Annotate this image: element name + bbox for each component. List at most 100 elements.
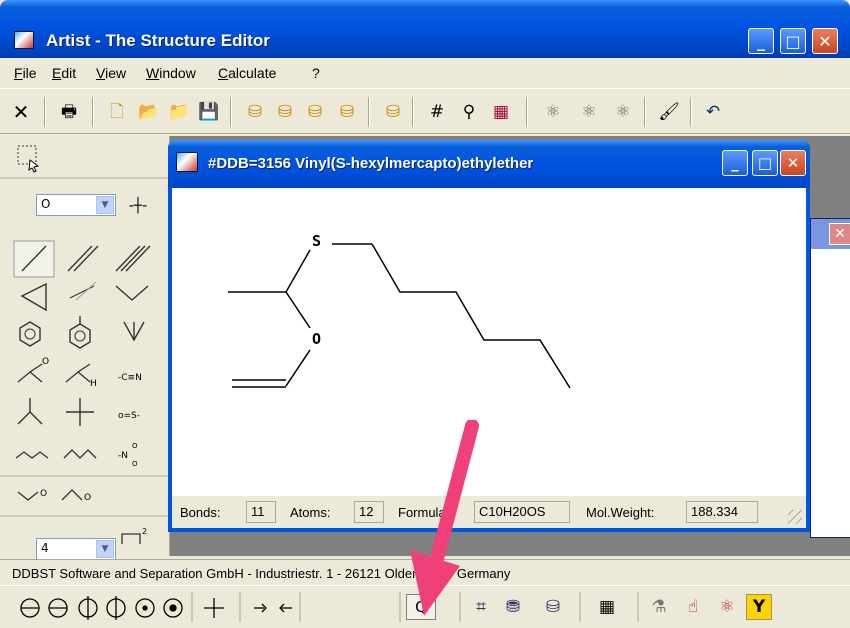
close-button[interactable]: ✕ (812, 28, 838, 54)
select-tool-icon[interactable] (17, 145, 40, 173)
rotate-y-reverse-icon[interactable] (106, 596, 126, 620)
rotate-x-reverse-icon[interactable] (48, 598, 68, 618)
atom-type-combo[interactable]: O ▼ (36, 194, 116, 216)
db-delete-icon[interactable]: ⛁ (334, 99, 360, 125)
toolbar-separator (526, 97, 528, 127)
sulfur-atom[interactable]: S (312, 232, 321, 250)
db-load2-icon[interactable]: ⛁ (272, 99, 298, 125)
print-icon[interactable]: 🖶 (56, 99, 82, 125)
rotate-z-reverse-icon[interactable] (163, 598, 183, 618)
single-bond-icon[interactable] (13, 240, 55, 278)
bond[interactable] (285, 291, 311, 329)
nitrile-icon[interactable]: -C≡N (118, 373, 142, 383)
rotate-z-icon[interactable] (135, 598, 155, 618)
wedge-bond-icon[interactable] (20, 282, 47, 312)
main-title-bar[interactable]: Artist - The Structure Editor _ □ ✕ (0, 0, 850, 58)
svg-text:O: O (84, 493, 91, 503)
aldehyde-icon[interactable]: H (65, 363, 97, 389)
artist-app-icon[interactable] (14, 31, 34, 49)
toolbar-separator (92, 97, 94, 127)
attach-atom-icon[interactable]: -┼- (118, 188, 158, 224)
structure-canvas[interactable]: S O (172, 188, 806, 495)
double-bond-icon[interactable] (67, 245, 99, 272)
carboxyl-icon[interactable]: O (17, 357, 49, 383)
template-ether-icon[interactable]: O (17, 489, 47, 501)
grid-icon[interactable]: ▦ (488, 99, 514, 125)
tool-palette: O H -C≡N o=S- -N O O O O 2 O ▼ -┼- 4 ▼ (0, 136, 170, 560)
undo-icon[interactable]: ↶ (700, 99, 726, 125)
menu-edit[interactable]: Edit (52, 65, 76, 81)
molecule-3d-icon[interactable]: ⚛ (714, 594, 740, 620)
background-child-window[interactable]: ✕ (810, 218, 850, 538)
database-view-icon[interactable]: ⌗ (468, 594, 494, 620)
database-check-icon[interactable]: ⛁ (540, 594, 566, 620)
chain-down-icon[interactable] (123, 321, 145, 342)
group-icon[interactable]: ⚛ (540, 99, 566, 125)
zigzag-chain2-icon[interactable] (63, 449, 97, 459)
benzene-icon[interactable] (19, 321, 41, 347)
zoom-in-icon[interactable] (254, 603, 267, 613)
db-add-icon[interactable]: ⛁ (380, 99, 406, 125)
zoom-out-icon[interactable] (279, 603, 292, 613)
bond[interactable] (285, 349, 311, 387)
molweight-value: 188.334 (686, 501, 758, 523)
hexyl-chain[interactable] (371, 243, 571, 389)
chevron-down-icon[interactable]: ▼ (96, 196, 114, 214)
db-load-icon[interactable]: ⛁ (242, 99, 268, 125)
sulfonyl-icon[interactable]: o=S- (118, 411, 140, 421)
nitro-icon[interactable]: -N O O (118, 442, 138, 468)
new-icon[interactable]: 🗋 (104, 99, 130, 125)
menu-file[interactable]: File (14, 65, 37, 81)
close-icon: ✕ (818, 31, 832, 51)
ring-template-icon[interactable]: 2 (121, 527, 147, 544)
search-structure-icon[interactable]: ⚲ (456, 99, 482, 125)
company-status-text: DDBST Software and Separation GmbH - Ind… (12, 566, 511, 581)
open-db-icon[interactable]: 📁 (166, 99, 192, 125)
zigzag-chain-icon[interactable] (15, 451, 49, 459)
minimize-button[interactable]: _ (748, 28, 774, 54)
open-icon[interactable]: 📂 (136, 99, 162, 125)
flask-icon[interactable]: ⚗ (646, 594, 672, 620)
delete-icon[interactable]: ✕ (8, 99, 34, 125)
oxygen-atom[interactable]: O (312, 330, 321, 348)
phenyl-icon[interactable] (69, 316, 91, 349)
background-child-close-icon[interactable]: ✕ (829, 223, 850, 245)
y-tool-icon[interactable]: Y (746, 594, 772, 620)
quaternary-carbon-icon[interactable] (66, 398, 94, 426)
db-store-icon[interactable]: ⛁ (302, 99, 328, 125)
menu-window[interactable]: Window (146, 65, 196, 81)
group2-icon[interactable]: ⚛ (576, 99, 602, 125)
ddb-number-icon[interactable]: # (424, 99, 450, 125)
maximize-icon: □ (785, 31, 801, 51)
child-close-button[interactable]: ✕ (780, 150, 806, 176)
move-icon[interactable] (204, 598, 224, 618)
toolbar-separator (644, 97, 646, 127)
child-maximize-button[interactable]: □ (752, 150, 778, 176)
tool-hand-icon[interactable]: ☝ (680, 594, 706, 620)
menu-calculate[interactable]: Calculate (218, 65, 276, 81)
search-query-icon[interactable]: Q (406, 594, 436, 620)
bond[interactable] (285, 249, 311, 293)
rotate-x-icon[interactable] (20, 598, 40, 618)
tertiary-carbon-icon[interactable] (17, 398, 43, 425)
template-ether2-icon[interactable]: O (61, 489, 91, 503)
resize-grip[interactable] (788, 510, 802, 524)
rotate-y-icon[interactable] (78, 596, 98, 620)
child-minimize-button[interactable]: _ (722, 150, 748, 176)
triple-bond-icon[interactable] (115, 245, 151, 272)
chain-v-icon[interactable] (115, 285, 149, 301)
ring-size-combo[interactable]: 4 ▼ (36, 538, 116, 560)
brush-icon[interactable]: 🖌 (656, 99, 682, 125)
group3-icon[interactable]: ⚛ (610, 99, 636, 125)
database-edit-icon[interactable]: ⛃ (500, 594, 526, 620)
menu-help[interactable]: ? (312, 65, 320, 81)
structure-window-icon[interactable] (176, 152, 198, 172)
artist-main-window: Artist - The Structure Editor _ □ ✕ File… (0, 0, 850, 628)
save-icon[interactable]: 💾 (196, 99, 222, 125)
child-title-bar[interactable]: #DDB=3156 Vinyl(S-hexylmercapto)ethyleth… (168, 140, 810, 188)
hash-bond-icon[interactable] (69, 281, 97, 301)
maximize-button[interactable]: □ (780, 28, 806, 54)
chevron-down-icon[interactable]: ▼ (96, 540, 114, 558)
calculator-icon[interactable]: ▦ (594, 594, 620, 620)
menu-view[interactable]: View (96, 65, 126, 81)
